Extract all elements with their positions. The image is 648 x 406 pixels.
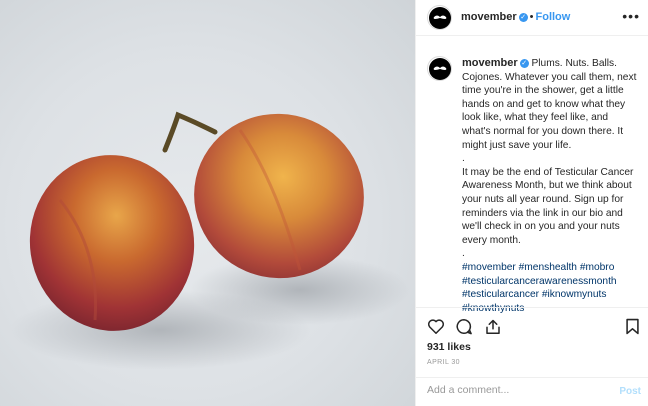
post-caption: movember ✓ Plums. Nuts. Balls. Cojones. W… <box>462 57 638 315</box>
header-user-line: movember ✓ • Follow <box>461 11 570 23</box>
hashtag-link[interactable]: #menshealth <box>519 262 577 273</box>
post-date[interactable]: APRIL 30 <box>427 359 460 366</box>
bookmark-icon[interactable] <box>625 318 640 335</box>
heart-icon[interactable] <box>427 318 445 335</box>
header-username[interactable]: movember <box>461 11 517 23</box>
action-bar <box>416 307 648 342</box>
hashtag-link[interactable]: #testicularcancer <box>462 289 539 300</box>
comment-icon[interactable] <box>455 318 473 335</box>
separator-dot: • <box>529 11 534 23</box>
more-options-icon[interactable]: ••• <box>622 9 640 23</box>
verified-badge-icon: ✓ <box>519 59 529 68</box>
hashtag-link[interactable]: #mobro <box>580 262 615 273</box>
avatar[interactable] <box>427 5 452 30</box>
post-header: movember ✓ • Follow ••• <box>416 0 648 36</box>
post-comment-button[interactable]: Post <box>619 386 641 397</box>
hashtag-link[interactable]: #iknowmynuts <box>542 289 607 300</box>
comment-bar: Post <box>416 377 648 406</box>
caption-avatar[interactable] <box>427 56 452 81</box>
caption-paragraph-1: Plums. Nuts. Balls. Cojones. Whatever yo… <box>462 58 637 151</box>
hashtag-link[interactable]: #movember <box>462 262 516 273</box>
caption-username[interactable]: movember <box>462 57 518 69</box>
follow-button[interactable]: Follow <box>536 11 571 23</box>
caption-separator: . <box>462 153 465 165</box>
mustache-logo-icon <box>433 15 446 19</box>
verified-badge-icon: ✓ <box>518 13 528 22</box>
comment-input[interactable] <box>427 384 607 396</box>
share-icon[interactable] <box>484 318 502 335</box>
mustache-logo-icon <box>433 66 446 70</box>
plums-image <box>10 111 410 370</box>
post-details-panel: movember ✓ • Follow ••• movember ✓ Plums. Nu… <box>415 0 648 406</box>
caption-paragraph-2: It may be the end of Testicular Cancer A… <box>462 166 634 246</box>
post-photo <box>0 0 415 406</box>
hashtag-link[interactable]: #testicularcancerawarenessmonth <box>462 276 617 287</box>
likes-count[interactable]: 931 likes <box>427 341 471 353</box>
caption-separator: . <box>462 248 465 260</box>
